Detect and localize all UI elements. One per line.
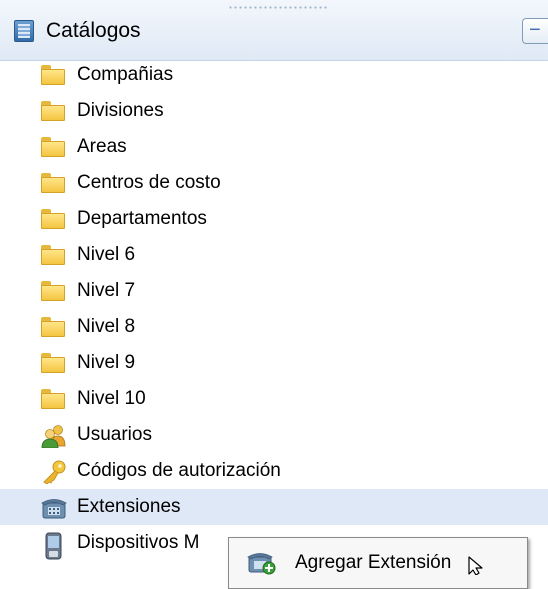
- tree-item-label: Nivel 9: [77, 352, 136, 373]
- tree-item-divisiones[interactable]: Divisiones: [0, 93, 548, 129]
- tree-item-label: Usuarios: [77, 424, 152, 445]
- menu-item-label: Agregar Extensión: [295, 552, 452, 573]
- tree-item-extensiones[interactable]: Extensiones: [0, 489, 548, 525]
- folder-icon: [41, 136, 67, 158]
- folder-icon: [41, 280, 67, 302]
- mouse-cursor-icon: [467, 556, 491, 576]
- tree-item-nivel-8[interactable]: Nivel 8: [0, 309, 548, 345]
- folder-icon: [41, 244, 67, 266]
- collapse-button[interactable]: −: [522, 18, 548, 44]
- tree-item-nivel-6[interactable]: Nivel 6: [0, 237, 548, 273]
- tree-item-nivel-7[interactable]: Nivel 7: [0, 273, 548, 309]
- tree-item-label: Nivel 7: [77, 280, 136, 301]
- tree-item-codigos-de-autorizacion[interactable]: Códigos de autorización: [0, 453, 548, 489]
- catalog-book-icon: [14, 20, 34, 42]
- folder-icon: [41, 100, 67, 122]
- tree-item-nivel-9[interactable]: Nivel 9: [0, 345, 548, 381]
- tree-item-label: Nivel 10: [77, 388, 146, 409]
- tree-item-label: Dispositivos M: [77, 532, 200, 553]
- resize-grip[interactable]: [228, 6, 328, 9]
- tree-item-label: Extensiones: [77, 496, 181, 517]
- tree-item-areas[interactable]: Areas: [0, 129, 548, 165]
- panel-title: Catálogos: [46, 19, 141, 42]
- key-icon: [41, 460, 67, 485]
- folder-icon: [41, 64, 67, 86]
- tree-item-label: Areas: [77, 136, 127, 157]
- phone-icon: [41, 496, 67, 519]
- folder-icon: [41, 388, 67, 410]
- tree-item-companias[interactable]: Compañias: [0, 57, 548, 93]
- folder-icon: [41, 316, 67, 338]
- add-phone-icon: [247, 550, 277, 576]
- tree-item-label: Códigos de autorización: [77, 460, 281, 481]
- tree-item-centros-de-costo[interactable]: Centros de costo: [0, 165, 548, 201]
- tree-item-nivel-10[interactable]: Nivel 10: [0, 381, 548, 417]
- tree-item-departamentos[interactable]: Departamentos: [0, 201, 548, 237]
- tree-item-label: Divisiones: [77, 100, 164, 121]
- mobile-device-icon: [41, 532, 67, 560]
- folder-icon: [41, 352, 67, 374]
- tree-item-label: Nivel 6: [77, 244, 136, 265]
- users-icon: [41, 424, 67, 449]
- tree-item-label: Compañias: [77, 64, 174, 85]
- panel-header: Catálogos −: [0, 0, 548, 61]
- folder-icon: [41, 172, 67, 194]
- catalogs-panel: Catálogos − Compañias Divisiones Areas C…: [0, 0, 548, 589]
- folder-icon: [41, 208, 67, 230]
- tree-item-label: Nivel 8: [77, 316, 136, 337]
- tree-item-usuarios[interactable]: Usuarios: [0, 417, 548, 453]
- tree-item-label: Centros de costo: [77, 172, 221, 193]
- tree-item-label: Departamentos: [77, 208, 207, 229]
